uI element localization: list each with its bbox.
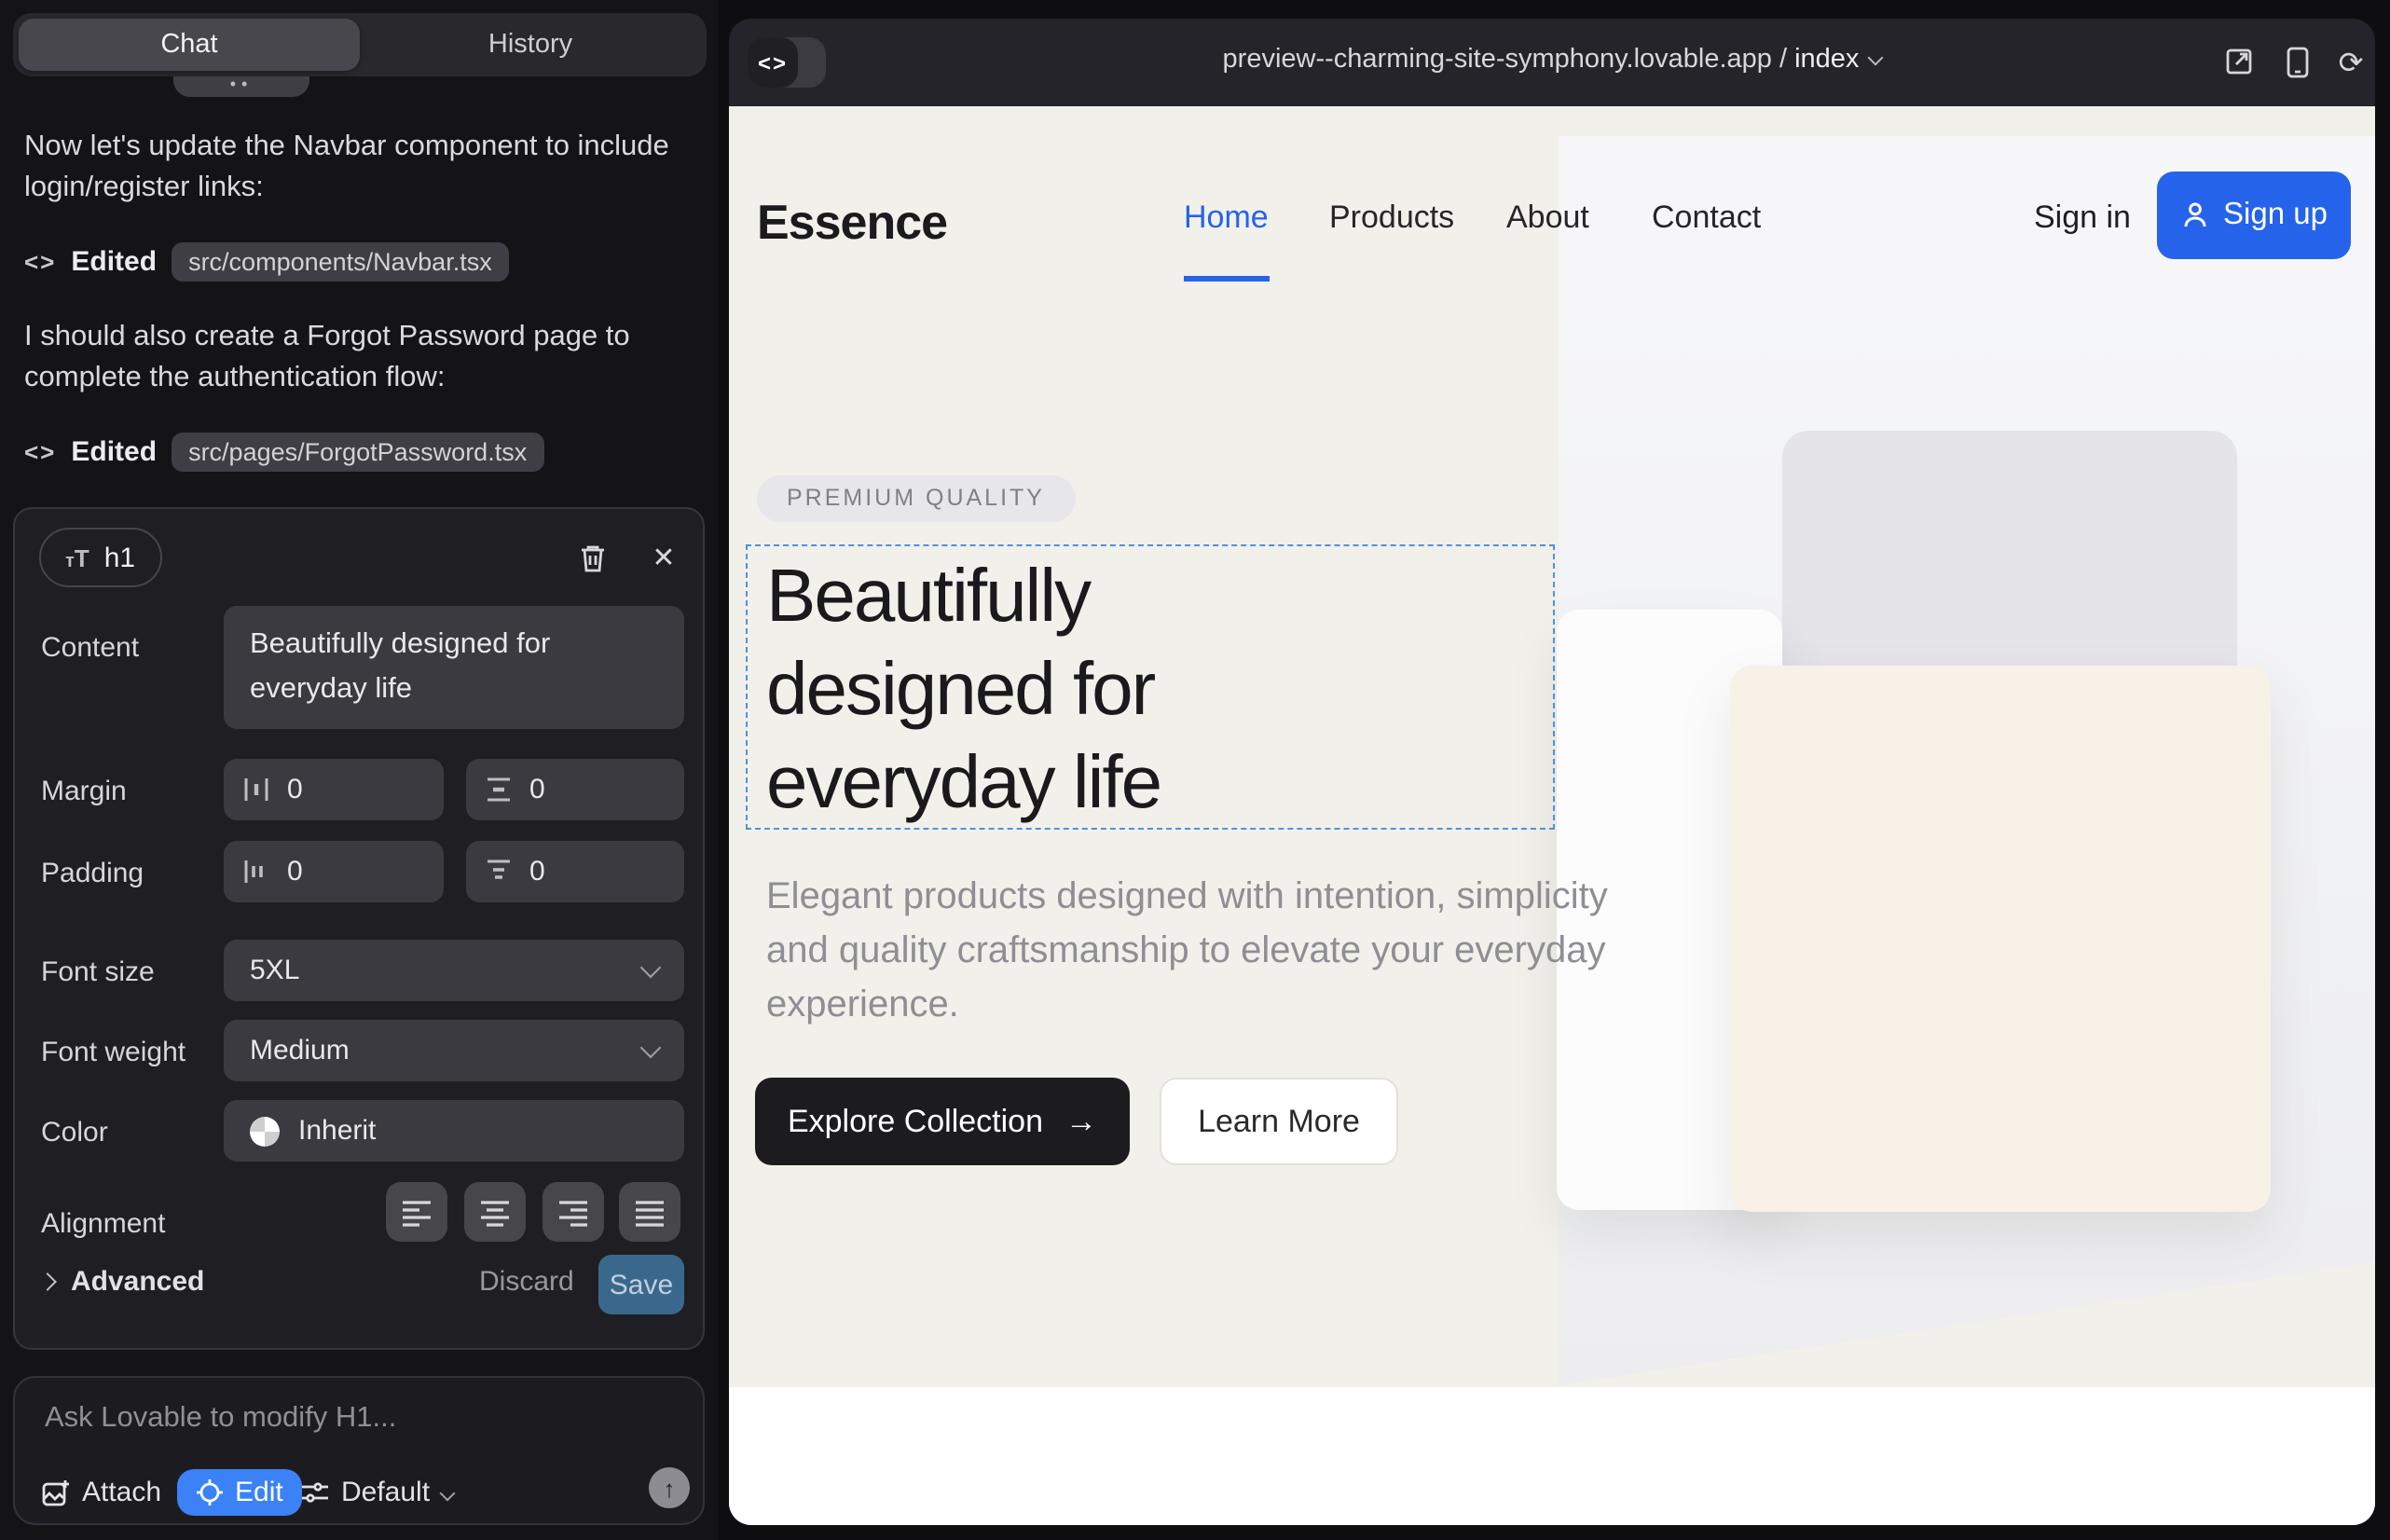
tab-chat[interactable]: Chat <box>19 19 360 71</box>
code-icon: <> <box>24 247 56 275</box>
chevron-down-icon <box>640 1038 662 1059</box>
learn-more-button[interactable]: Learn More <box>1160 1078 1398 1165</box>
margin-vertical-icon <box>485 776 513 804</box>
padding-y-input[interactable]: 0 <box>466 841 684 902</box>
margin-y-input[interactable]: 0 <box>466 759 684 820</box>
scrolled-badge-peek[interactable]: •• <box>173 76 309 97</box>
decor-card-cream <box>1730 666 2271 1212</box>
margin-label: Margin <box>41 776 127 807</box>
edited-label: Edited <box>71 435 157 467</box>
chat-composer[interactable]: Ask Lovable to modify H1... Attach Edit <box>13 1376 705 1525</box>
element-editor-panel: тT h1 ✕ Content Beautifully designed for… <box>13 507 705 1350</box>
align-left-button[interactable] <box>386 1182 447 1242</box>
url-bar[interactable]: preview--charming-site-symphony.lovable.… <box>729 45 2375 75</box>
model-default-dropdown[interactable]: Default <box>300 1469 452 1516</box>
delete-element-button[interactable] <box>574 539 611 576</box>
code-icon: <> <box>24 437 56 465</box>
chevron-down-icon <box>439 1485 455 1501</box>
sliders-icon <box>300 1478 330 1506</box>
refresh-button[interactable]: ⟳ <box>2332 43 2369 80</box>
save-button[interactable]: Save <box>598 1255 684 1314</box>
external-link-icon <box>2224 47 2254 76</box>
advanced-toggle[interactable]: Advanced <box>41 1266 204 1298</box>
assistant-message: I should also create a Forgot Password p… <box>24 317 684 397</box>
nav-about[interactable]: About <box>1506 199 1589 237</box>
margin-x-input[interactable]: 0 <box>224 759 444 820</box>
nav-home-underline <box>1184 276 1270 281</box>
align-center-button[interactable] <box>464 1182 526 1242</box>
edited-file-badge[interactable]: src/components/Navbar.tsx <box>172 241 509 281</box>
chevron-right-icon <box>38 1272 57 1291</box>
chevron-down-icon <box>1868 50 1884 66</box>
attach-button[interactable]: Attach <box>41 1469 161 1516</box>
composer-placeholder[interactable]: Ask Lovable to modify H1... <box>45 1402 396 1436</box>
content-label: Content <box>41 632 139 664</box>
send-button[interactable]: ↑ <box>649 1467 690 1508</box>
hero-badge: PREMIUM QUALITY <box>757 475 1075 522</box>
route-name: index <box>1794 45 1859 75</box>
element-tag: h1 <box>104 542 135 573</box>
padding-vertical-icon <box>485 858 513 886</box>
padding-horizontal-icon <box>242 858 270 886</box>
site-logo[interactable]: Essence <box>757 194 947 252</box>
arrow-right-icon: → <box>1065 1103 1097 1140</box>
edited-file-badge[interactable]: src/pages/ForgotPassword.tsx <box>172 432 543 471</box>
attach-image-icon <box>41 1478 71 1507</box>
edited-label: Edited <box>71 245 157 277</box>
sign-in-link[interactable]: Sign in <box>2034 199 2131 237</box>
font-size-select[interactable]: 5XL <box>224 940 684 1001</box>
padding-x-input[interactable]: 0 <box>224 841 444 902</box>
hero-description: Elegant products designed with intention… <box>766 871 1665 1033</box>
content-input[interactable]: Beautifully designed for everyday life <box>224 606 684 729</box>
close-panel-button[interactable]: ✕ <box>645 539 682 576</box>
crosshair-icon <box>196 1478 224 1506</box>
lovable-app: Chat History •• Now let's update the Nav… <box>0 0 2390 1540</box>
discard-button[interactable]: Discard <box>479 1266 574 1298</box>
sidebar-tabbar: Chat History <box>13 13 707 76</box>
browser-chrome: <> preview--charming-site-symphony.lovab… <box>729 19 2375 106</box>
color-label: Color <box>41 1117 108 1148</box>
align-justify-button[interactable] <box>619 1182 680 1242</box>
align-left-icon <box>401 1198 433 1226</box>
preview-website: Essence Home Products About Contact Sign… <box>729 106 2375 1525</box>
mobile-view-button[interactable] <box>2278 43 2315 80</box>
alignment-label: Alignment <box>41 1208 165 1240</box>
align-right-icon <box>557 1198 589 1226</box>
assistant-message: Now let's update the Navbar component to… <box>24 127 684 207</box>
edit-mode-button[interactable]: Edit <box>177 1469 302 1516</box>
explore-collection-button[interactable]: Explore Collection → <box>755 1078 1130 1165</box>
font-size-label: Font size <box>41 956 155 988</box>
sign-up-button[interactable]: Sign up <box>2157 172 2351 259</box>
nav-home[interactable]: Home <box>1184 199 1269 237</box>
typography-icon: тT <box>65 543 89 571</box>
font-weight-label: Font weight <box>41 1037 185 1068</box>
tab-history[interactable]: History <box>360 19 701 71</box>
edited-file-row: <> Edited src/pages/ForgotPassword.tsx <box>24 429 543 474</box>
smartphone-icon <box>2285 46 2309 77</box>
align-center-icon <box>479 1198 511 1226</box>
preview-url: preview--charming-site-symphony.lovable.… <box>1223 45 1772 75</box>
open-in-new-tab-button[interactable] <box>2220 43 2258 80</box>
align-justify-icon <box>634 1198 666 1226</box>
margin-horizontal-icon <box>242 776 270 804</box>
color-swatch-transparent <box>250 1116 280 1146</box>
chevron-down-icon <box>640 957 662 979</box>
padding-label: Padding <box>41 858 144 889</box>
edited-file-row: <> Edited src/components/Navbar.tsx <box>24 239 509 283</box>
person-icon <box>2180 201 2208 229</box>
nav-contact[interactable]: Contact <box>1652 199 1761 237</box>
hero-heading[interactable]: Beautifully designed for everyday life <box>766 550 1161 830</box>
chat-sidebar: Chat History •• Now let's update the Nav… <box>0 0 718 1540</box>
font-weight-select[interactable]: Medium <box>224 1020 684 1081</box>
next-section <box>729 1387 2375 1525</box>
nav-products[interactable]: Products <box>1329 199 1454 237</box>
align-right-button[interactable] <box>543 1182 604 1242</box>
element-tag-chip[interactable]: тT h1 <box>39 528 161 587</box>
preview-pane: <> preview--charming-site-symphony.lovab… <box>729 19 2375 1525</box>
color-select[interactable]: Inherit <box>224 1100 684 1162</box>
